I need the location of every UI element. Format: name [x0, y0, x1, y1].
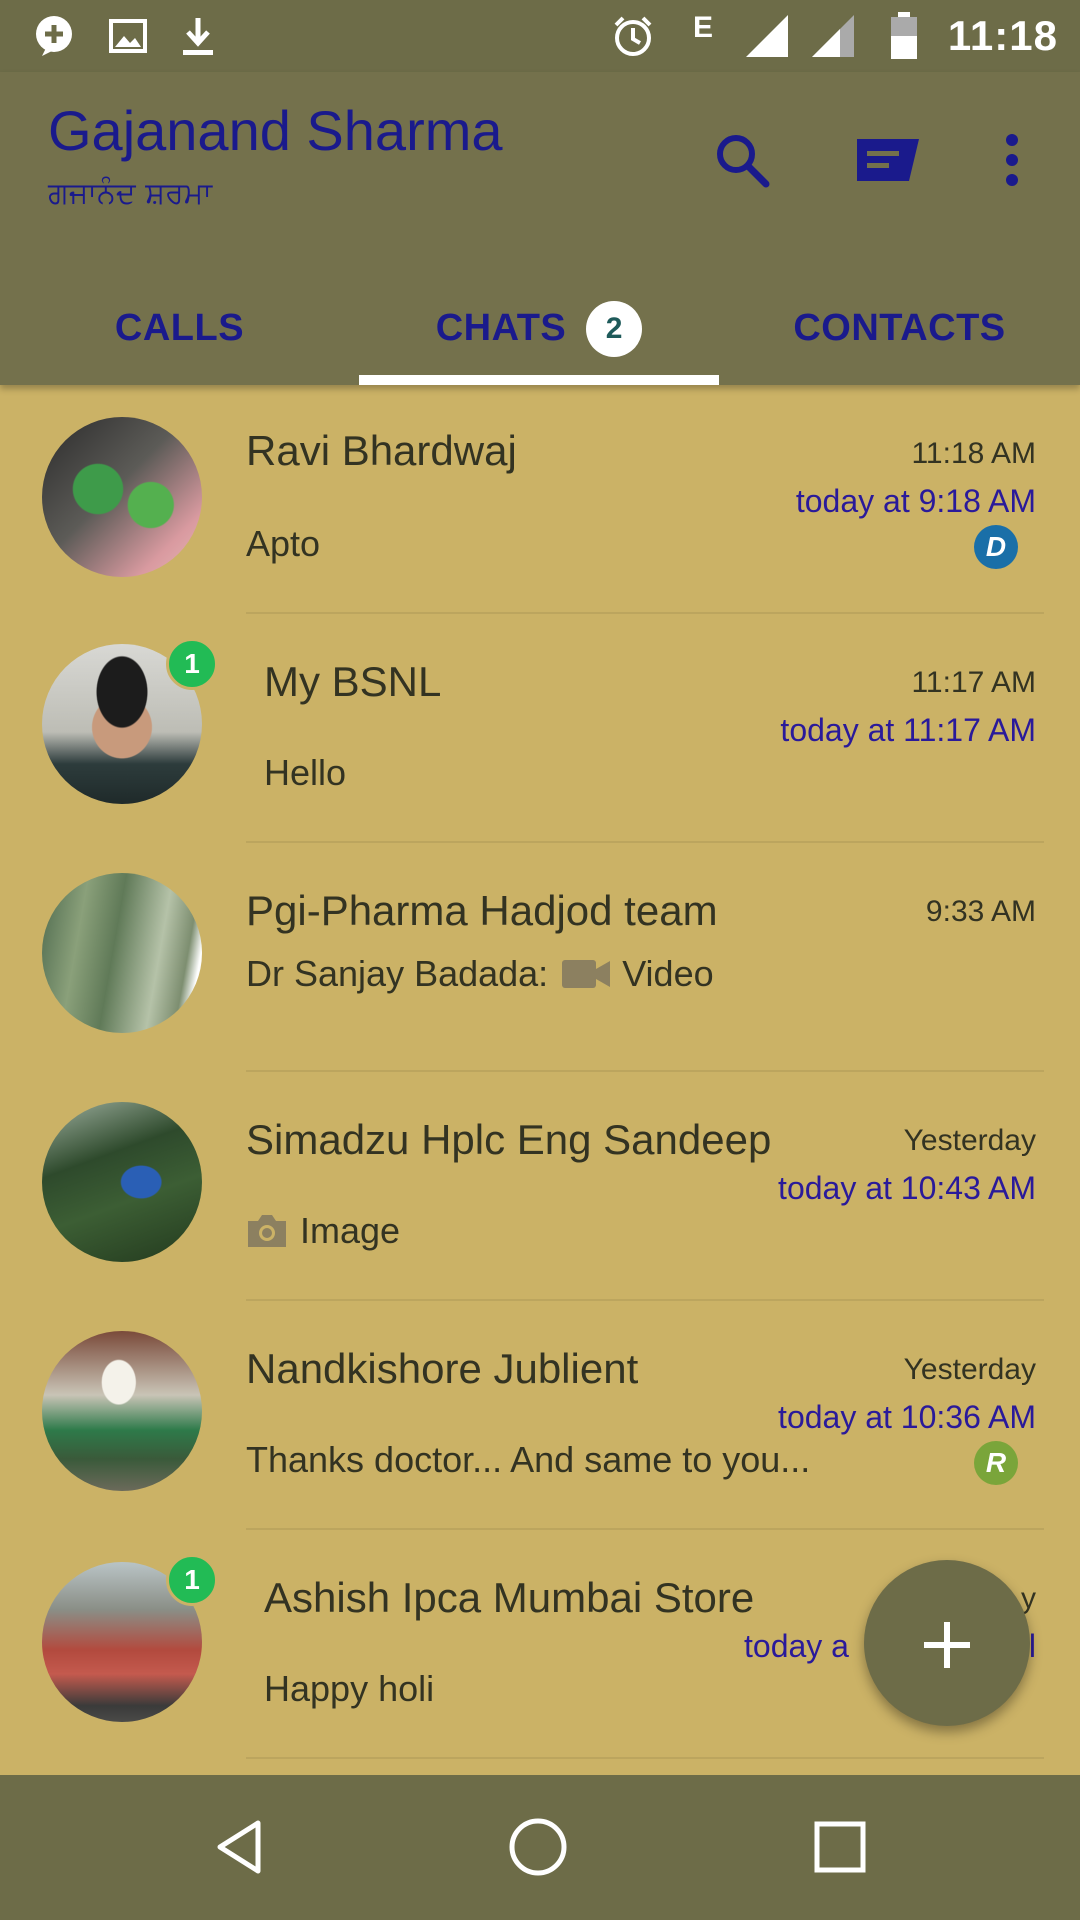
- chat-time: Yesterday: [903, 1353, 1036, 1386]
- app-badge-r: R: [974, 1441, 1018, 1485]
- chat-status: today at 10:36 AM: [778, 1399, 1036, 1435]
- chat-time: 9:33 AM: [925, 895, 1036, 928]
- chat-row[interactable]: Simadzu Hplc Eng Sandeep Yesterday today…: [0, 1072, 1080, 1301]
- chat-message: Happy holi: [264, 1668, 435, 1709]
- new-chat-fab[interactable]: [864, 1560, 1030, 1726]
- avatar[interactable]: [42, 1331, 202, 1491]
- avatar[interactable]: [42, 873, 202, 1033]
- chat-row[interactable]: Pgi-Pharma Hadjod team 9:33 AM Dr Sanjay…: [0, 843, 1080, 1072]
- tab-chats[interactable]: CHATS 2: [359, 272, 719, 385]
- tab-label: CALLS: [114, 307, 245, 349]
- camera-icon: [246, 1213, 288, 1249]
- tab-count-badge: 2: [586, 300, 643, 357]
- chat-name: Ashish Ipca Mumbai Store: [264, 1574, 755, 1621]
- avatar[interactable]: [42, 1102, 202, 1262]
- message-sender: Dr Sanjay Badada:: [246, 953, 549, 994]
- plus-icon: [922, 1597, 972, 1689]
- status-time: 11:18: [947, 12, 1058, 59]
- new-message-icon[interactable]: [848, 120, 928, 200]
- chat-time: 11:17 AM: [911, 666, 1036, 699]
- tab-label: CHATS: [435, 307, 567, 349]
- network-type: E: [692, 11, 713, 44]
- app-badge-d: D: [974, 525, 1018, 569]
- chat-name: Nandkishore Jublient: [246, 1345, 639, 1392]
- page-subtitle: ਗਜਾਨੰਦ ਸ਼ਰਮਾ: [48, 176, 213, 211]
- chat-status: today a: [744, 1628, 849, 1664]
- chat-message: Dr Sanjay Badada: Video: [246, 953, 714, 995]
- chat-message: Hello: [264, 752, 347, 793]
- chat-message: Apto: [246, 523, 321, 564]
- chat-message: Thanks doctor... And same to you...: [246, 1439, 811, 1480]
- divider: [246, 1757, 1044, 1759]
- message-type: Image: [300, 1210, 401, 1251]
- tab-indicator: [359, 375, 719, 385]
- chat-status: today at 10:43 AM: [778, 1170, 1036, 1206]
- chat-status-tail: l: [1028, 1628, 1036, 1664]
- chat-name: Pgi-Pharma Hadjod team: [246, 887, 718, 934]
- chat-status: today at 9:18 AM: [795, 483, 1036, 519]
- signal-icon: [808, 12, 858, 60]
- chat-status: today at 11:17 AM: [780, 712, 1036, 748]
- back-icon[interactable]: [200, 1807, 280, 1887]
- navigation-bar: [0, 1775, 1080, 1920]
- tab-bar: CALLS CHATS 2 CONTACTS: [0, 272, 1080, 385]
- page-title: Gajanand Sharma: [48, 99, 503, 162]
- search-icon[interactable]: [702, 120, 782, 200]
- chat-name: Simadzu Hplc Eng Sandeep: [246, 1116, 772, 1163]
- image-icon: [104, 12, 152, 60]
- chat-row[interactable]: Nandkishore Jublient Yesterday today at …: [0, 1301, 1080, 1530]
- tab-calls[interactable]: CALLS: [0, 272, 359, 385]
- tab-label: CONTACTS: [793, 307, 1006, 349]
- unread-count-badge: 1: [166, 638, 218, 690]
- download-icon: [174, 12, 222, 60]
- battery-icon: [884, 12, 924, 60]
- chat-row[interactable]: 1 My BSNL 11:17 AM today at 11:17 AM Hel…: [0, 614, 1080, 843]
- video-icon: [562, 957, 612, 991]
- chat-name: Ravi Bhardwaj: [246, 427, 517, 474]
- message-plus-icon: [30, 12, 78, 60]
- chat-time: Yesterday: [903, 1124, 1036, 1157]
- chat-name: My BSNL: [264, 658, 442, 705]
- app-bar: Gajanand Sharma ਗਜਾਨੰਦ ਸ਼ਰਮਾ CALLS CHATS…: [0, 72, 1080, 385]
- chat-message: Image: [246, 1210, 400, 1252]
- signal-icon: [742, 12, 792, 60]
- chat-time: 11:18 AM: [911, 437, 1036, 470]
- chat-row[interactable]: Ravi Bhardwaj 11:18 AM today at 9:18 AM …: [0, 385, 1080, 614]
- tab-contacts[interactable]: CONTACTS: [719, 272, 1080, 385]
- home-icon[interactable]: [498, 1807, 578, 1887]
- message-type: Video: [622, 953, 714, 994]
- alarm-icon: [608, 12, 658, 60]
- status-bar: E 11:18: [0, 0, 1080, 72]
- unread-count-badge: 1: [166, 1554, 218, 1606]
- recents-icon[interactable]: [800, 1807, 880, 1887]
- more-vert-icon[interactable]: [972, 120, 1052, 200]
- avatar[interactable]: [42, 417, 202, 577]
